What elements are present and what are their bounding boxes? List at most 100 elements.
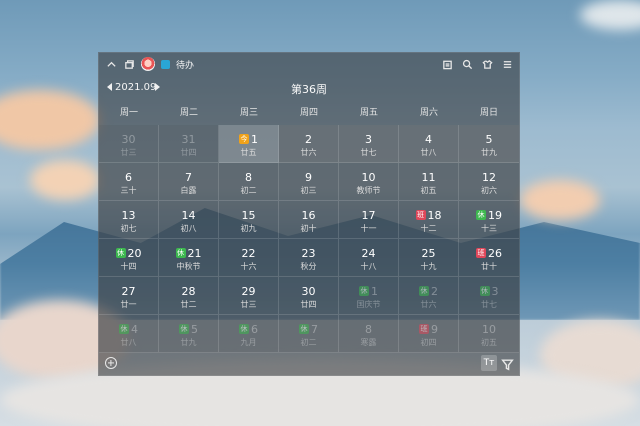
day-number: 25: [421, 246, 436, 260]
calendar-day-cell[interactable]: 班 26 廿十: [459, 239, 519, 277]
collapse-icon[interactable]: [105, 58, 117, 70]
lunar-date: 三十: [120, 186, 137, 195]
weekday-label: 周日: [479, 108, 498, 118]
day-number: 1: [371, 284, 378, 298]
calendar-day-cell[interactable]: 2 廿六: [279, 125, 339, 163]
calendar-day-cell[interactable]: 14 初八: [159, 201, 219, 239]
todo-label[interactable]: 待办: [176, 58, 194, 71]
calendar-day-cell[interactable]: 17 十一: [339, 201, 399, 239]
calendar-day-cell[interactable]: 30 廿三: [99, 125, 159, 163]
day-number-line: 15: [219, 208, 278, 222]
lunar-date: 廿九: [180, 338, 197, 347]
menu-icon[interactable]: [501, 58, 513, 70]
lunar-date: 初七: [120, 224, 137, 233]
calendar-day-cell[interactable]: 今 1 廿五: [219, 125, 279, 163]
calendar-day-cell[interactable]: 5 廿九: [459, 125, 519, 163]
lunar-date: 廿六: [420, 300, 437, 309]
search-icon[interactable]: [461, 58, 473, 70]
background-cloud: [0, 90, 100, 150]
calendar-day-cell[interactable]: 休 20 十四: [99, 239, 159, 277]
calendar-day-cell[interactable]: 8 寒露: [339, 315, 399, 353]
filter-icon[interactable]: [501, 356, 514, 371]
window-mode-icon[interactable]: [123, 58, 135, 70]
calendar-day-cell[interactable]: 休 6 九月: [219, 315, 279, 353]
calendar-day-cell[interactable]: 7 白露: [159, 163, 219, 201]
calendar-day-cell[interactable]: 休 19 十三: [459, 201, 519, 239]
calendar-day-cell[interactable]: 班 18 十二: [399, 201, 459, 239]
background-cloud: [580, 0, 640, 30]
calendar-day-cell[interactable]: 25 十九: [399, 239, 459, 277]
background-cloud: [30, 160, 100, 200]
calendar-day-cell[interactable]: 4 廿八: [399, 125, 459, 163]
workday-badge: 班: [415, 210, 426, 220]
day-number: 6: [125, 170, 132, 184]
day-number-line: 8: [219, 170, 278, 184]
lunar-date: 廿四: [180, 148, 197, 157]
calendar-day-cell[interactable]: 31 廿四: [159, 125, 219, 163]
font-size-button[interactable]: Tт: [481, 355, 497, 371]
calendar-day-cell[interactable]: 12 初六: [459, 163, 519, 201]
weekday-label: 周五: [359, 108, 378, 118]
calendar-day-cell[interactable]: 班 9 初四: [399, 315, 459, 353]
day-number: 30: [301, 284, 316, 298]
calendar-view-icon[interactable]: [441, 58, 453, 70]
day-number: 12: [482, 170, 496, 184]
calendar-day-cell[interactable]: 8 初二: [219, 163, 279, 201]
calendar-day-cell[interactable]: 休 4 廿八: [99, 315, 159, 353]
day-number: 16: [301, 208, 316, 222]
day-number-line: 13: [99, 208, 158, 222]
calendar-day-cell[interactable]: 15 初九: [219, 201, 279, 239]
day-number-line: 5: [459, 132, 519, 146]
widget-toolbar: 待办: [99, 53, 519, 75]
calendar-day-cell[interactable]: 30 廿四: [279, 277, 339, 315]
day-number: 28: [181, 284, 196, 298]
skin-icon[interactable]: [481, 58, 493, 70]
calendar-day-cell[interactable]: 13 初七: [99, 201, 159, 239]
day-number: 5: [485, 132, 493, 146]
day-number-line: 休7: [279, 322, 338, 336]
calendar-day-cell[interactable]: 27 廿一: [99, 277, 159, 315]
day-number-line: 班9: [399, 322, 458, 336]
calendar-day-cell[interactable]: 28 廿二: [159, 277, 219, 315]
day-number-line: 29: [219, 284, 278, 298]
calendar-day-cell[interactable]: 9 初三: [279, 163, 339, 201]
day-number: 6: [251, 322, 258, 336]
lunar-date: 廿二: [180, 300, 197, 309]
app-badge-icon[interactable]: [161, 59, 170, 69]
calendar-day-cell[interactable]: 10 教师节: [339, 163, 399, 201]
calendar-day-cell[interactable]: 休 3 廿七: [459, 277, 519, 315]
lunar-date: 初十: [300, 224, 317, 233]
holiday-badge: 休: [175, 248, 186, 258]
avatar[interactable]: [141, 57, 155, 71]
calendar-day-cell[interactable]: 24 十八: [339, 239, 399, 277]
day-number: 4: [131, 322, 138, 336]
calendar-day-cell[interactable]: 10 初五: [459, 315, 519, 353]
calendar-day-cell[interactable]: 16 初十: [279, 201, 339, 239]
calendar-day-cell[interactable]: 6 三十: [99, 163, 159, 201]
add-event-button[interactable]: [105, 357, 117, 369]
calendar-day-cell[interactable]: 22 十六: [219, 239, 279, 277]
day-number-line: 班 18: [399, 208, 458, 222]
weekday-header: 周一 周二 周三 周四 周五 周六 周日: [99, 101, 519, 125]
day-number: 4: [425, 132, 432, 146]
lunar-date: 十六: [240, 262, 257, 271]
calendar-day-cell[interactable]: 休 2 廿六: [399, 277, 459, 315]
day-number-line: 休1: [339, 284, 398, 298]
calendar-day-cell[interactable]: 29 廿三: [219, 277, 279, 315]
day-number-line: 24: [339, 246, 398, 260]
day-number-line: 休5: [159, 322, 218, 336]
day-number: 29: [241, 284, 256, 298]
day-number: 11: [421, 170, 436, 184]
lunar-date: 初四: [420, 338, 437, 347]
calendar-day-cell[interactable]: 休 5 廿九: [159, 315, 219, 353]
calendar-day-cell[interactable]: 休 1 国庆节: [339, 277, 399, 315]
lunar-date: 白露: [180, 186, 197, 195]
day-number-line: 2: [279, 132, 338, 146]
calendar-day-cell[interactable]: 3 廿七: [339, 125, 399, 163]
background-cloud: [520, 180, 600, 220]
calendar-day-cell[interactable]: 休 7 初二: [279, 315, 339, 353]
calendar-day-cell[interactable]: 23 秋分: [279, 239, 339, 277]
calendar-day-cell[interactable]: 11 初五: [399, 163, 459, 201]
calendar-day-cell[interactable]: 休 21 中秋节: [159, 239, 219, 277]
day-number: 17: [361, 208, 376, 222]
